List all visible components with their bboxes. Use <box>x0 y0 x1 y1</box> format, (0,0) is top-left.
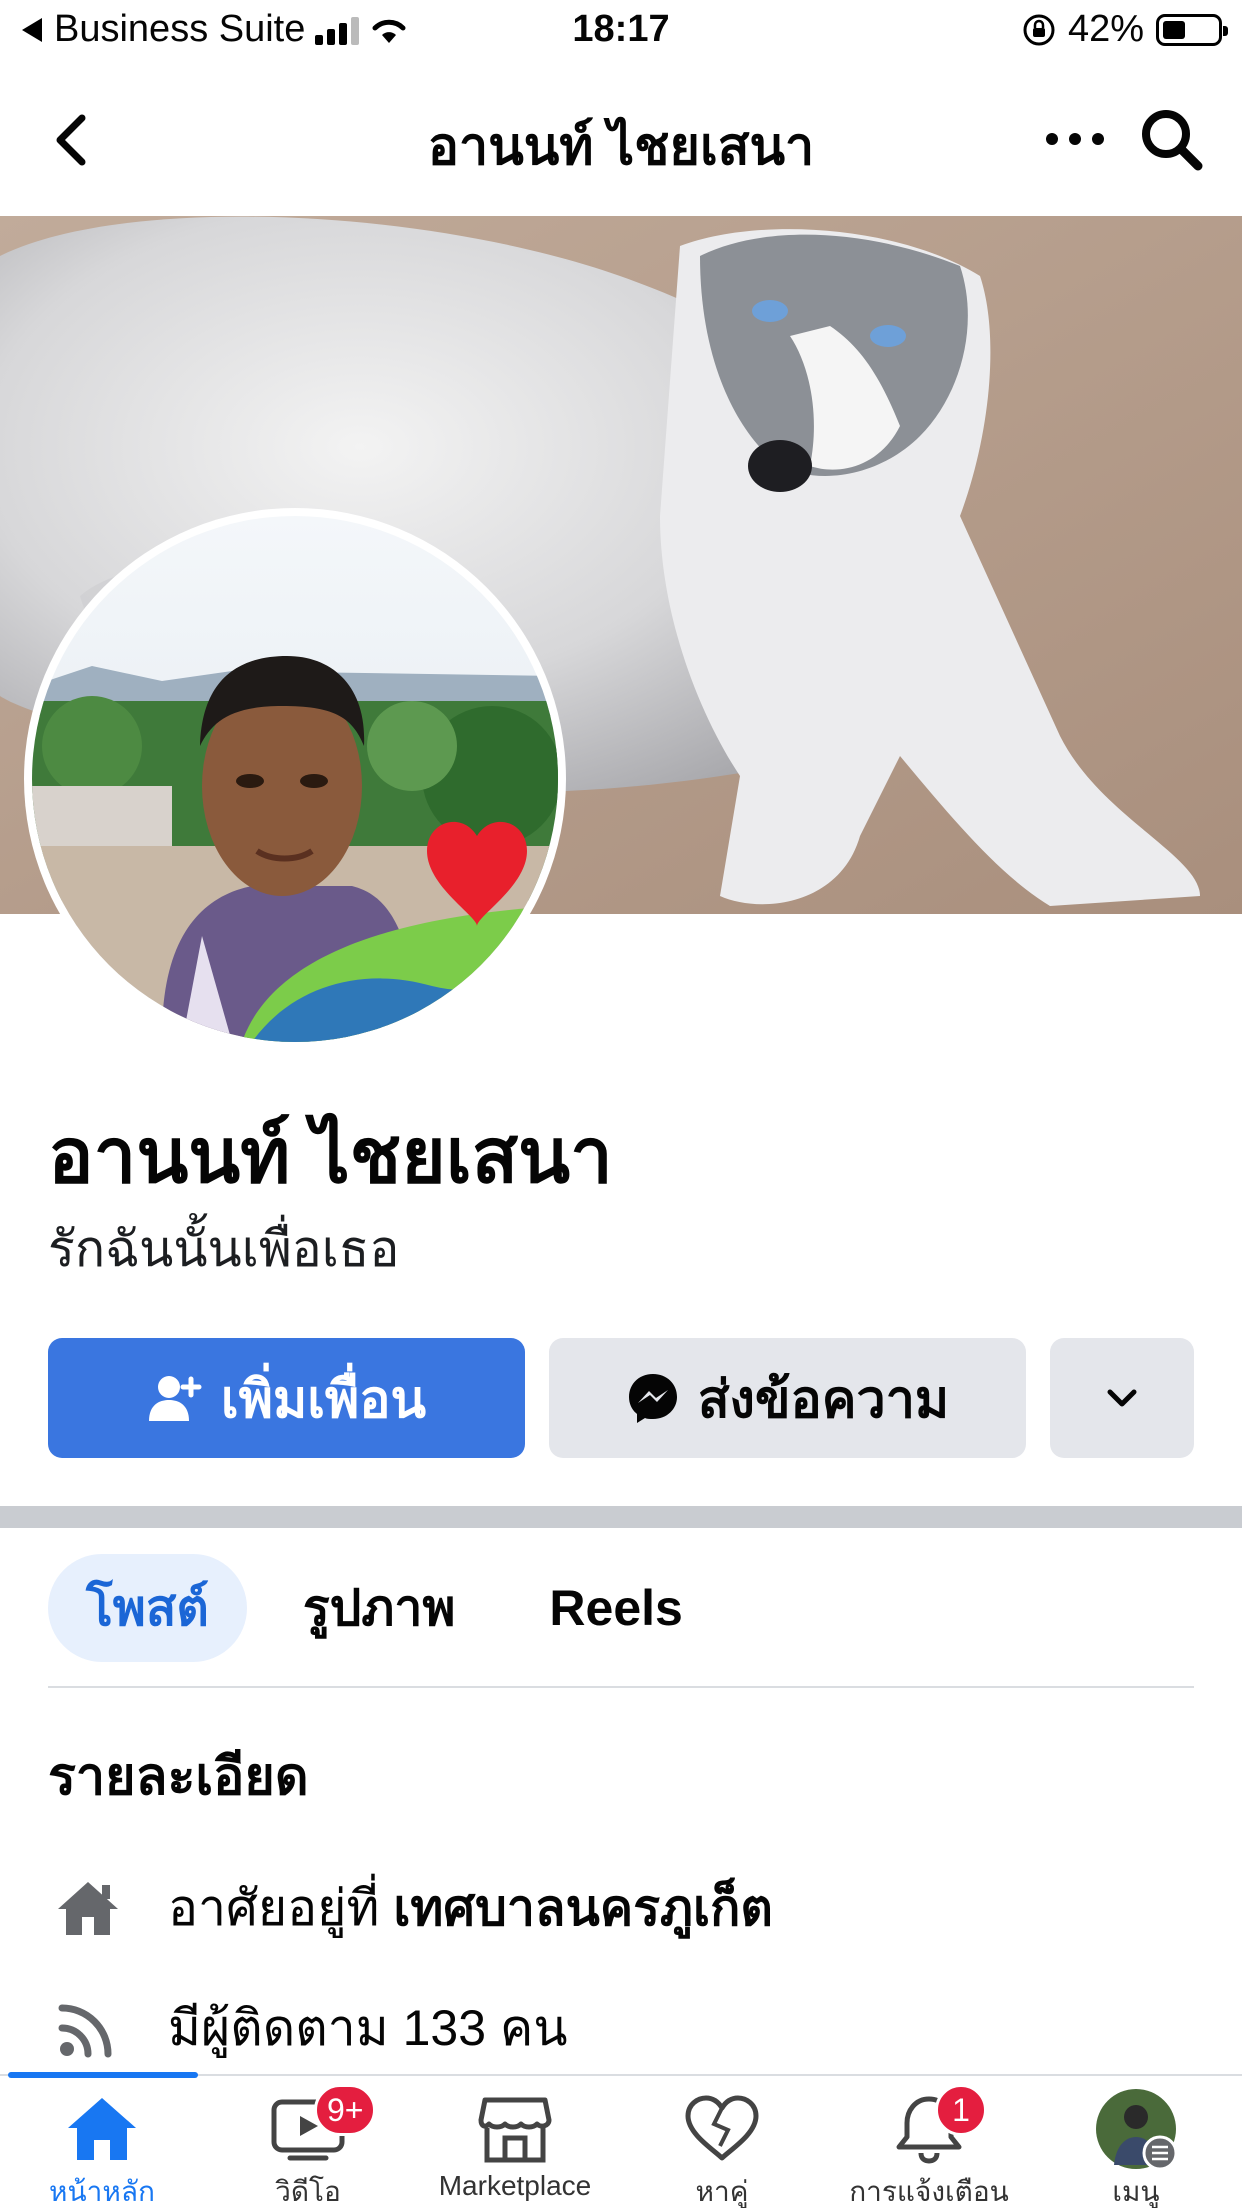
tab-home[interactable]: หน้าหลัก <box>2 2090 202 2208</box>
tab-video[interactable]: 9+ วิดีโอ <box>208 2084 408 2208</box>
ellipsis-icon[interactable] <box>1040 114 1110 164</box>
tab-notifications[interactable]: 1 การแจ้งเตือน <box>829 2084 1029 2208</box>
more-actions-button[interactable] <box>1050 1338 1194 1458</box>
home-icon <box>68 2098 136 2160</box>
search-icon[interactable] <box>1136 104 1206 174</box>
profile-tabs: โพสต์ รูปภาพ Reels <box>48 1554 721 1662</box>
section-divider <box>0 1506 1242 1528</box>
active-tab-indicator <box>8 2072 198 2078</box>
tab-dating[interactable]: หาคู่ <box>622 2090 822 2208</box>
message-label: ส่งข้อความ <box>697 1370 950 1429</box>
battery-icon <box>1156 13 1228 46</box>
rotation-lock-icon <box>1023 14 1055 45</box>
message-button[interactable]: ส่งข้อความ <box>549 1338 1026 1458</box>
profile-picture[interactable] <box>24 508 566 1050</box>
bottom-tab-bar: หน้าหลัก 9+ วิดีโอ Marketplace หาคู่ 1 ก… <box>0 2072 1242 2208</box>
messenger-icon <box>628 1374 677 1423</box>
status-bar: Business Suite 18:17 42% <box>0 0 1242 64</box>
tab-marketplace[interactable]: Marketplace <box>415 2090 615 2202</box>
add-friend-icon <box>148 1376 202 1421</box>
detail-followers: มีผู้ติดตาม 133 คน <box>48 1988 568 2068</box>
followers-text: มีผู้ติดตาม 133 คน <box>168 1989 568 2068</box>
marketplace-icon <box>478 2097 552 2163</box>
battery-percent: 42% <box>1067 8 1144 50</box>
home-icon <box>58 1882 118 1935</box>
lives-in-place: เทศบาลนครภูเก็ต <box>393 1879 773 1936</box>
tab-notifications-label: การแจ้งเตือน <box>849 2176 1009 2207</box>
add-friend-button[interactable]: เพิ่มเพื่อน <box>48 1338 525 1458</box>
tab-reels[interactable]: Reels <box>511 1554 720 1662</box>
tabs-divider <box>48 1686 1194 1688</box>
heart-icon <box>685 2095 759 2161</box>
detail-lives-in: อาศัยอยู่ที่ เทศบาลนครภูเก็ต <box>48 1868 773 1948</box>
tab-home-label: หน้าหลัก <box>49 2176 155 2207</box>
tab-posts[interactable]: โพสต์ <box>48 1554 247 1662</box>
tab-menu-label: เมนู <box>1112 2176 1160 2207</box>
menu-avatar-icon <box>1096 2089 1178 2171</box>
tab-video-label: วิดีโอ <box>275 2176 341 2207</box>
followers-prefix: มีผู้ติดตาม <box>168 1999 403 2056</box>
details-heading: รายละเอียด <box>48 1748 309 1806</box>
tab-dating-label: หาคู่ <box>695 2176 749 2207</box>
followers-count: 133 คน <box>402 1999 568 2056</box>
tab-menu[interactable]: เมนู <box>1036 2089 1236 2208</box>
lives-in-text: อาศัยอยู่ที่ เทศบาลนครภูเก็ต <box>168 1869 773 1948</box>
chevron-down-icon <box>1107 1389 1137 1407</box>
nav-header: อานนท์ ไชยเสนา <box>0 64 1242 216</box>
tab-marketplace-label: Marketplace <box>438 2170 592 2201</box>
profile-bio: รักฉันนั้นเพื่อเธอ <box>48 1221 400 1277</box>
profile-name: อานนท์ ไชยเสนา <box>48 1114 613 1199</box>
rss-followers-icon <box>58 2004 112 2058</box>
tab-photos[interactable]: รูปภาพ <box>265 1554 494 1662</box>
add-friend-label: เพิ่มเพื่อน <box>220 1370 427 1429</box>
video-badge: 9+ <box>314 2084 377 2136</box>
notifications-badge: 1 <box>935 2084 987 2136</box>
lives-in-prefix: อาศัยอยู่ที่ <box>168 1879 394 1936</box>
